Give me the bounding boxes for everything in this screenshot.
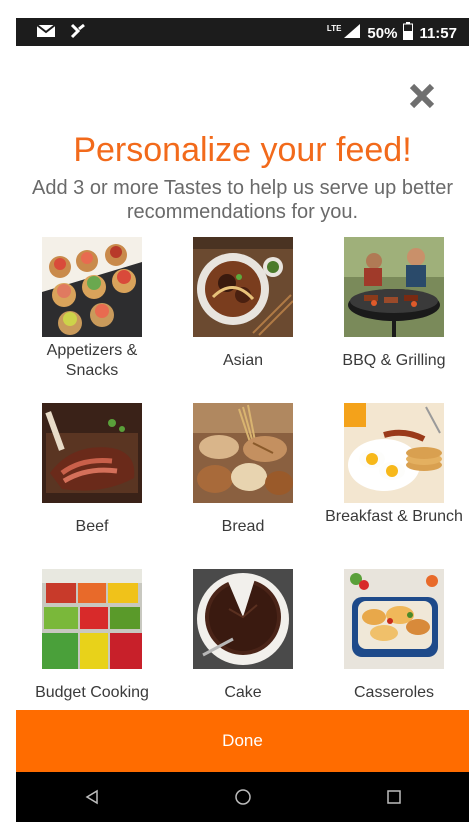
taste-tile-asian[interactable]: Asian — [173, 237, 313, 371]
notification-icons — [36, 23, 86, 43]
taste-label: BBQ & Grilling — [342, 352, 446, 369]
taste-tile-bbq[interactable]: BBQ & Grilling — [324, 237, 464, 371]
navigation-bar — [16, 772, 469, 822]
taste-tile-budget-cooking[interactable]: Budget Cooking — [22, 569, 162, 703]
taste-label: Breakfast & Brunch — [325, 508, 463, 525]
home-button[interactable] — [223, 777, 263, 817]
status-bar: LTE 50% 11:57 — [16, 18, 469, 46]
taste-tile-appetizers[interactable]: Appetizers & Snacks — [22, 237, 162, 381]
casseroles-image — [344, 569, 444, 669]
cake-image — [193, 569, 293, 669]
bread-image — [193, 403, 293, 503]
mail-icon — [36, 23, 56, 43]
system-icons: LTE 50% 11:57 — [327, 22, 457, 44]
appetizers-image — [42, 237, 142, 337]
page-subtitle: Add 3 or more Tastes to help us serve up… — [32, 177, 453, 223]
beef-image — [42, 403, 142, 503]
page-title: Personalize your feed! — [73, 131, 412, 169]
taste-label: Bread — [221, 518, 265, 535]
network-type: LTE — [326, 23, 342, 33]
done-button[interactable]: Done — [16, 710, 469, 772]
signal-icon — [343, 23, 361, 43]
taste-label: Cake — [224, 684, 262, 701]
clock: 11:57 — [419, 24, 457, 42]
home-circle-icon — [234, 789, 251, 805]
recents-button[interactable] — [374, 777, 414, 817]
taste-label: Budget Cooking — [35, 684, 149, 701]
breakfast-image — [344, 403, 444, 503]
close-button[interactable] — [404, 78, 440, 114]
taste-tile-casseroles[interactable]: Casseroles — [324, 569, 464, 703]
budget-cooking-image — [42, 569, 142, 669]
bbq-image — [344, 237, 444, 337]
battery-percentage: 50% — [367, 24, 398, 42]
taste-label: Asian — [222, 352, 264, 369]
taste-label: Casseroles — [353, 684, 435, 701]
app-notification-icon — [70, 23, 86, 43]
app-screen: LTE 50% 11:57 Personalize your feed! Add… — [16, 18, 469, 822]
taste-tile-bread[interactable]: Bread — [173, 403, 313, 537]
taste-tile-cake[interactable]: Cake — [173, 569, 313, 703]
taste-tile-beef[interactable]: Beef — [22, 403, 162, 537]
back-button[interactable] — [72, 777, 112, 817]
asian-image — [193, 237, 293, 337]
recents-square-icon — [386, 790, 401, 804]
back-triangle-icon — [85, 789, 98, 805]
taste-label: Beef — [75, 518, 109, 535]
battery-icon — [403, 22, 414, 44]
taste-label: Appetizers & Snacks — [46, 342, 138, 379]
close-icon — [409, 83, 435, 109]
screen: LTE 50% 11:57 Personalize your feed! Add… — [0, 0, 472, 826]
taste-tile-breakfast[interactable]: Breakfast & Brunch — [324, 403, 464, 527]
